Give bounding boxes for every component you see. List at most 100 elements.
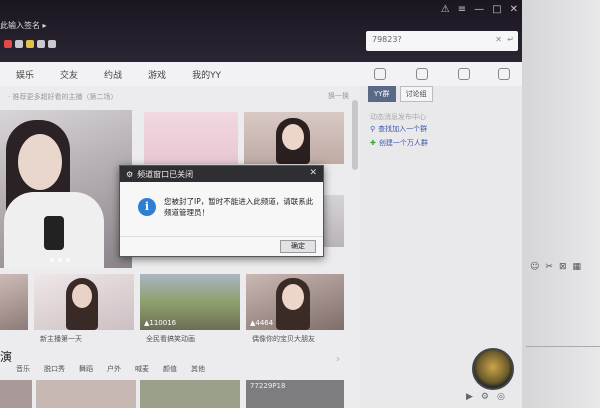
badge-icon bbox=[37, 40, 45, 48]
category-heading: 演 bbox=[0, 350, 13, 364]
nav-item-my-yy[interactable]: 我的YY bbox=[192, 68, 221, 81]
nav-item-match[interactable]: 约战 bbox=[104, 68, 122, 81]
dialog-title-bar: ⚙ 频道窗口已关闭 ✕ bbox=[120, 166, 323, 182]
contacts-icon[interactable] bbox=[416, 68, 428, 80]
right-panel: YY群 讨论组 动态消息发布中心 ⚲ 查找加入一个群 ✚ 创建一个万人群 ▶ ⚙ ◎ bbox=[360, 86, 522, 408]
panel-bottom-toolbar: ▶ ⚙ ◎ bbox=[466, 392, 505, 402]
microphone-image bbox=[44, 216, 64, 250]
channel-closed-dialog: ⚙ 频道窗口已关闭 ✕ i 您被封了IP，暂时不能进入此频道，请联系此频道管理员！… bbox=[119, 165, 324, 257]
category-tab[interactable]: 音乐 bbox=[16, 364, 30, 374]
view-count: ▲110016 bbox=[144, 319, 177, 327]
panel-hint: 动态消息发布中心 bbox=[370, 113, 426, 121]
stream-title[interactable]: 新主播第一天 bbox=[40, 334, 82, 344]
panel-tabs: YY群 讨论组 bbox=[368, 86, 433, 102]
dialog-close-icon[interactable]: ✕ bbox=[309, 168, 317, 178]
signature-prompt[interactable]: 此输入签名 ▸ bbox=[0, 20, 47, 31]
category-tab[interactable]: 其他 bbox=[191, 364, 205, 374]
divider bbox=[526, 346, 600, 347]
tab-yy-group[interactable]: YY群 bbox=[368, 86, 396, 102]
carousel-dot[interactable] bbox=[50, 258, 54, 262]
category-tab[interactable]: 户外 bbox=[107, 364, 121, 374]
home-icon[interactable] bbox=[374, 68, 386, 80]
next-arrow-icon[interactable]: › bbox=[336, 354, 340, 365]
nav-icon-bar bbox=[360, 62, 522, 86]
find-group-link[interactable]: ⚲ 查找加入一个群 bbox=[370, 124, 427, 134]
carousel-dots bbox=[50, 258, 70, 262]
category-tab[interactable]: 颜值 bbox=[163, 364, 177, 374]
info-icon: i bbox=[138, 198, 156, 216]
category-tabs: 音乐 脱口秀 舞蹈 户外 喊麦 颜值 其他 bbox=[16, 364, 205, 374]
main-nav: 娱乐 交友 约战 游戏 我的YY bbox=[0, 62, 360, 86]
badge-icon bbox=[4, 40, 12, 48]
window-controls: ⚠ ≡ — □ ✕ bbox=[441, 4, 518, 15]
divider bbox=[120, 236, 323, 237]
dialog-title: 频道窗口已关闭 bbox=[137, 170, 194, 179]
streamer-face bbox=[282, 124, 304, 150]
grid-icon[interactable]: ▦ bbox=[572, 262, 581, 272]
stream-thumb[interactable] bbox=[140, 380, 240, 408]
nav-item-social[interactable]: 交友 bbox=[60, 68, 78, 81]
stream-thumb[interactable]: 77229P18 bbox=[246, 380, 344, 408]
background-toolbar: ☺ ✂ ⊠ ▦ bbox=[530, 262, 581, 272]
maximize-icon[interactable]: □ bbox=[492, 4, 501, 15]
category-tab[interactable]: 舞蹈 bbox=[79, 364, 93, 374]
category-tab[interactable]: 脱口秀 bbox=[44, 364, 65, 374]
gear-icon: ⚙ bbox=[126, 170, 134, 179]
minimize-icon[interactable]: — bbox=[474, 4, 484, 15]
nav-item-games[interactable]: 游戏 bbox=[148, 68, 166, 81]
user-icon[interactable] bbox=[458, 68, 470, 80]
carousel-dot[interactable] bbox=[58, 258, 62, 262]
enter-icon[interactable]: ↵ bbox=[507, 35, 514, 44]
badge-icon bbox=[15, 40, 23, 48]
stream-thumb[interactable] bbox=[244, 112, 344, 164]
clear-icon[interactable]: ✕ bbox=[495, 35, 502, 44]
target-icon[interactable]: ◎ bbox=[497, 392, 505, 402]
user-badges bbox=[4, 40, 56, 48]
stream-thumb[interactable]: ▲4464 bbox=[246, 274, 344, 330]
view-count: ▲4464 bbox=[250, 319, 274, 327]
group-icon[interactable] bbox=[498, 68, 510, 80]
emoji-icon[interactable]: ☺ bbox=[530, 262, 539, 272]
scrollbar[interactable] bbox=[352, 100, 358, 170]
menu-icon[interactable]: ≡ bbox=[458, 4, 466, 15]
find-group-label: 查找加入一个群 bbox=[378, 125, 428, 133]
settings-icon[interactable]: ⚙ bbox=[481, 392, 489, 402]
stream-thumb[interactable] bbox=[0, 380, 32, 408]
emblem-avatar[interactable] bbox=[472, 348, 514, 390]
carousel-dot[interactable] bbox=[66, 258, 70, 262]
image-icon[interactable]: ⊠ bbox=[559, 262, 567, 272]
badge-icon bbox=[26, 40, 34, 48]
close-icon[interactable]: ✕ bbox=[510, 4, 518, 15]
featured-stream[interactable] bbox=[0, 110, 132, 268]
search-value: 79823? bbox=[372, 35, 402, 44]
create-group-label: 创建一个万人群 bbox=[378, 139, 428, 147]
scissors-icon[interactable]: ✂ bbox=[545, 262, 553, 272]
category-tab[interactable]: 喊麦 bbox=[135, 364, 149, 374]
streamer-face bbox=[282, 284, 304, 310]
stream-thumb[interactable] bbox=[34, 274, 134, 330]
alert-icon[interactable]: ⚠ bbox=[441, 4, 450, 15]
plus-icon: ✚ bbox=[370, 139, 376, 147]
stream-thumb[interactable] bbox=[36, 380, 136, 408]
play-icon[interactable]: ▶ bbox=[466, 392, 473, 402]
recommend-subtitle: · 推荐更多超好看的主播（第二场） bbox=[8, 93, 118, 101]
ok-button[interactable]: 确定 bbox=[280, 240, 316, 253]
tab-discussion[interactable]: 讨论组 bbox=[399, 86, 433, 102]
search-input[interactable]: 79823? ✕ ↵ bbox=[366, 31, 518, 51]
stream-thumb[interactable] bbox=[144, 112, 238, 164]
stream-thumb[interactable]: ▲110016 bbox=[140, 274, 240, 330]
search-icon: ⚲ bbox=[370, 125, 376, 133]
title-bar: 此输入签名 ▸ ⚠ ≡ — □ ✕ 79823? ✕ ↵ bbox=[0, 0, 522, 62]
badge-icon bbox=[48, 40, 56, 48]
streamer-face bbox=[18, 134, 62, 190]
stream-id-label: 77229P18 bbox=[250, 382, 286, 390]
create-group-link[interactable]: ✚ 创建一个万人群 bbox=[370, 138, 428, 148]
stream-title[interactable]: 全民看搞笑动画 bbox=[146, 334, 195, 344]
streamer-face bbox=[72, 284, 92, 308]
stream-thumb[interactable] bbox=[0, 274, 28, 330]
dialog-message: 您被封了IP，暂时不能进入此频道，请联系此频道管理员！ bbox=[164, 197, 314, 217]
refresh-button[interactable]: 换一换 bbox=[328, 91, 349, 101]
stream-title[interactable]: 偶像你的宝贝大朋友 bbox=[252, 334, 315, 344]
nav-item-entertainment[interactable]: 娱乐 bbox=[16, 68, 34, 81]
yy-client-window: 此输入签名 ▸ ⚠ ≡ — □ ✕ 79823? ✕ ↵ 娱乐 交友 约战 游戏… bbox=[0, 0, 522, 408]
